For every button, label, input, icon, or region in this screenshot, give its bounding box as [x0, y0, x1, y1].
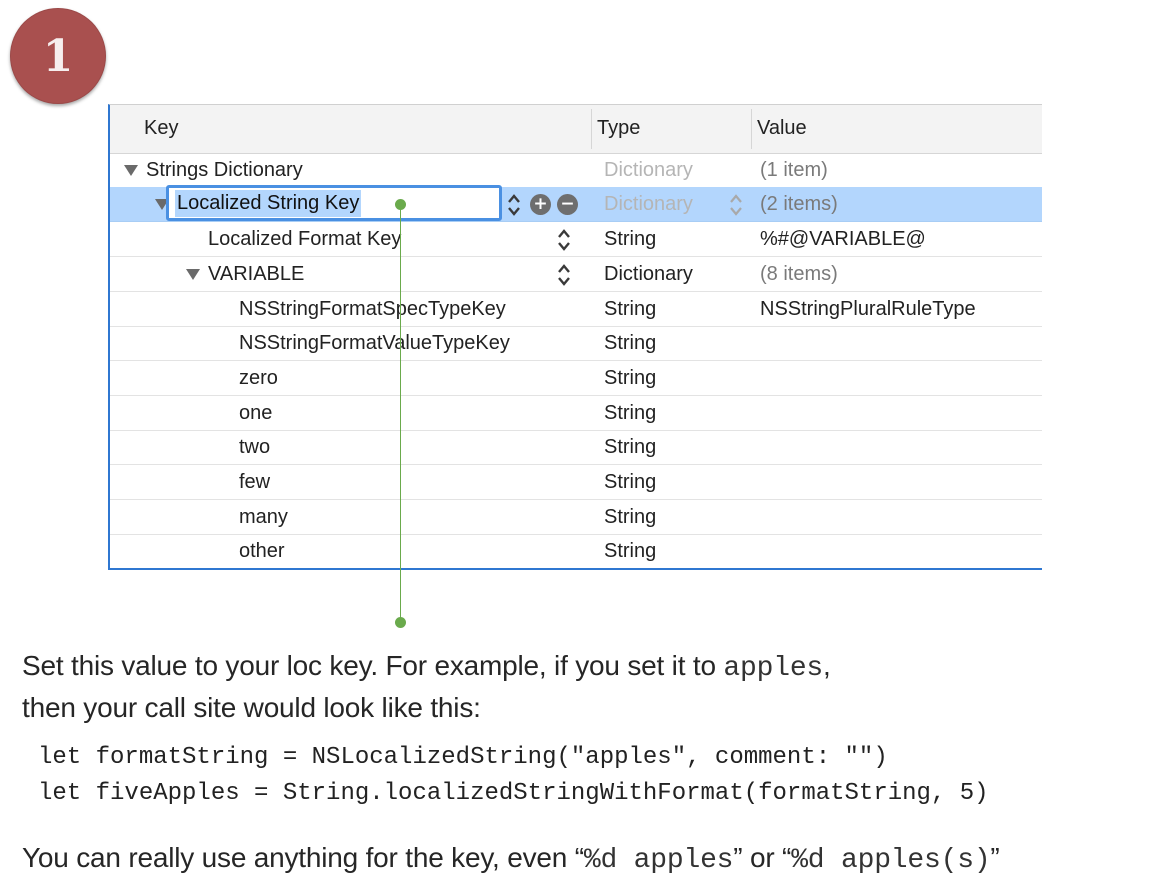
column-header-value[interactable]: Value — [757, 105, 807, 153]
row-type[interactable]: String — [604, 534, 656, 568]
inline-code: apples — [723, 653, 824, 684]
footer-text: You can really use anything for the key,… — [22, 842, 1000, 876]
plist-row-few[interactable]: few String — [110, 465, 1042, 500]
code-line-2: let fiveApples = String.localizedStringW… — [38, 780, 989, 807]
column-divider[interactable] — [591, 109, 592, 149]
plist-editor: Key Type Value Strings Dictionary Dictio… — [108, 104, 1042, 570]
plist-row-localized-format-key[interactable]: Localized Format Key String %#@VARIABLE@ — [110, 222, 1042, 257]
footer-text-part: You can really use anything for the key,… — [22, 842, 584, 873]
row-type[interactable]: String — [604, 396, 656, 430]
disclosure-triangle-icon[interactable] — [124, 165, 138, 176]
footer-text-part: ” or “ — [733, 842, 792, 873]
plist-row-many[interactable]: many String — [110, 500, 1042, 535]
row-type[interactable]: String — [604, 222, 656, 256]
up-down-chevron-icon[interactable] — [728, 191, 744, 219]
callout-text: Set this value to your loc key. For exam… — [22, 650, 724, 681]
plist-row-value-type-key[interactable]: NSStringFormatValueTypeKey String — [110, 326, 1042, 361]
row-key: Localized Format Key — [208, 228, 402, 250]
remove-item-button[interactable]: − — [557, 194, 578, 215]
row-type[interactable]: String — [604, 292, 656, 326]
plist-header: Key Type Value — [110, 105, 1042, 154]
callout-text: , — [823, 650, 831, 681]
plist-row-one[interactable]: one String — [110, 396, 1042, 431]
footer-text-part: ” — [990, 842, 1000, 873]
row-value[interactable]: NSStringPluralRuleType — [760, 292, 976, 326]
code-line-1: let formatString = NSLocalizedString("ap… — [38, 744, 888, 771]
column-header-type[interactable]: Type — [597, 105, 640, 153]
row-type[interactable]: String — [604, 361, 656, 395]
inline-code: %d apples(s) — [791, 845, 991, 876]
plist-row-strings-dictionary[interactable]: Strings Dictionary Dictionary (1 item) — [110, 153, 1042, 188]
callout-text-line-2: then your call site would look like this… — [22, 692, 481, 723]
column-divider[interactable] — [751, 109, 752, 149]
up-down-chevron-icon[interactable] — [506, 191, 522, 219]
row-type[interactable]: String — [604, 465, 656, 499]
callout-line — [400, 205, 401, 623]
row-key: VARIABLE — [208, 263, 305, 285]
row-key: two — [239, 436, 271, 458]
key-edit-text[interactable]: Localized String Key — [175, 190, 362, 217]
row-type[interactable]: String — [604, 326, 656, 360]
plist-row-two[interactable]: two String — [110, 430, 1042, 465]
row-value: (8 items) — [760, 263, 838, 285]
row-key: few — [239, 471, 271, 493]
row-key: NSStringFormatValueTypeKey — [239, 332, 510, 354]
row-type[interactable]: String — [604, 500, 656, 534]
row-key: Strings Dictionary — [146, 159, 303, 181]
row-key: one — [239, 402, 273, 424]
key-edit-field[interactable]: Localized String Key — [166, 185, 502, 221]
row-key: many — [239, 506, 288, 528]
callout-text-line-1: Set this value to your loc key. For exam… — [22, 650, 831, 684]
row-key: other — [239, 540, 285, 562]
row-value[interactable]: %#@VARIABLE@ — [760, 222, 926, 256]
plist-row-localized-string-key[interactable]: Localized String Key + − Dictionary (2 i… — [110, 185, 1042, 222]
step-number-badge: 1 — [10, 8, 106, 104]
disclosure-triangle-icon[interactable] — [186, 269, 200, 280]
plist-row-other[interactable]: other String — [110, 534, 1042, 569]
row-value: (1 item) — [760, 159, 828, 181]
plist-row-variable[interactable]: VARIABLE Dictionary (8 items) — [110, 257, 1042, 292]
row-type: Dictionary — [604, 159, 693, 181]
row-type[interactable]: String — [604, 430, 656, 464]
add-item-button[interactable]: + — [530, 194, 551, 215]
up-down-chevron-icon[interactable] — [556, 226, 572, 254]
callout-dot-top — [395, 199, 406, 210]
plist-row-zero[interactable]: zero String — [110, 361, 1042, 396]
row-value: (2 items) — [760, 193, 838, 215]
row-key: NSStringFormatSpecTypeKey — [239, 298, 506, 320]
row-type[interactable]: Dictionary — [604, 257, 693, 291]
inline-code: %d apples — [583, 845, 734, 876]
up-down-chevron-icon[interactable] — [556, 261, 572, 289]
row-type[interactable]: Dictionary — [604, 187, 693, 221]
row-key: zero — [239, 367, 278, 389]
column-header-key[interactable]: Key — [144, 105, 178, 153]
callout-dot-bottom — [395, 617, 406, 628]
plist-row-spec-type-key[interactable]: NSStringFormatSpecTypeKey String NSStrin… — [110, 292, 1042, 327]
